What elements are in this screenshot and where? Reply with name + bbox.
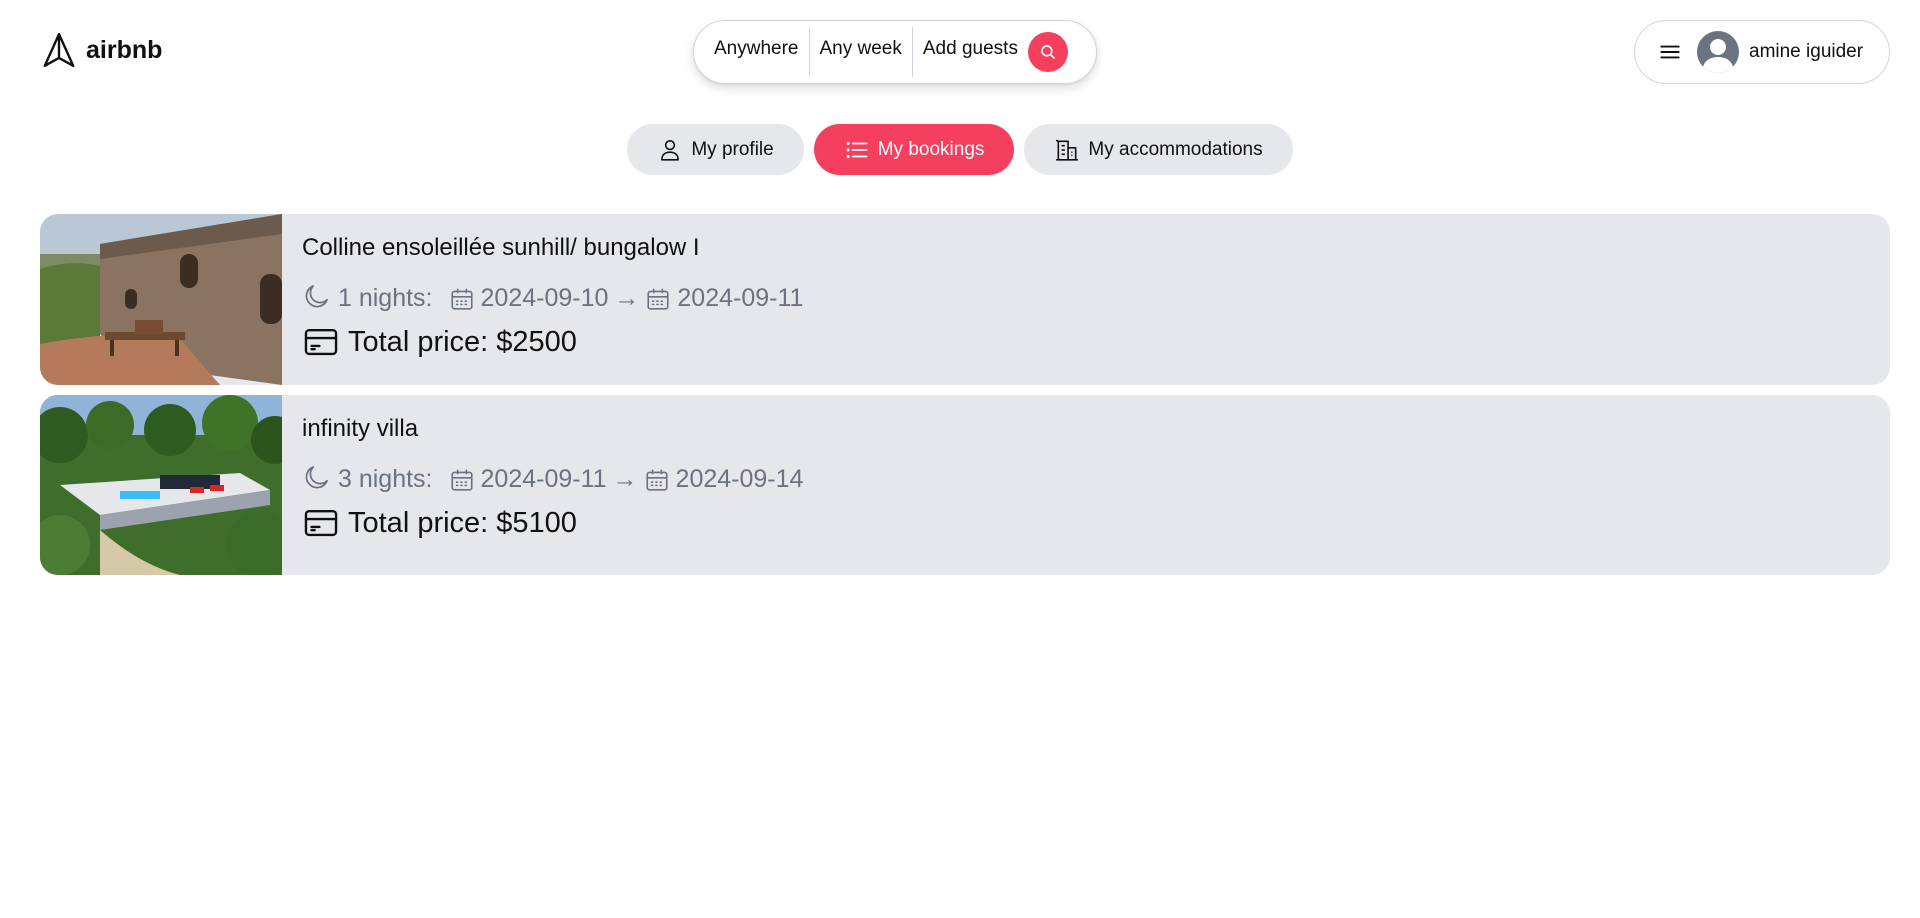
bookings-list: Colline ensoleillée sunhill/ bungalow I … [40, 214, 1890, 585]
tab-label: My bookings [877, 138, 985, 160]
moon-icon [305, 465, 328, 488]
tab-my-profile[interactable]: My profile [627, 124, 804, 175]
booking-dates: 3 nights: 2024-09-11 → 2024-09-14 [302, 465, 803, 494]
booking-title[interactable]: Colline ensoleillée sunhill/ bungalow I [302, 234, 803, 262]
check-in-date: 2024-09-11 [480, 465, 607, 493]
tab-label: My accommodations [1088, 138, 1263, 160]
booking-info: infinity villa 3 nights: 2024-09-11 → 20… [282, 395, 823, 575]
booking-photo [40, 395, 282, 575]
paper-plane-icon [43, 32, 75, 68]
booking-dates: 1 nights: 2024-09-10 → 2024-09-11 [302, 284, 803, 313]
account-tabs: My profile My bookings My accommodations [0, 124, 1920, 175]
list-icon [846, 141, 868, 158]
tab-my-accommodations[interactable]: My accommodations [1024, 124, 1293, 175]
user-menu[interactable]: amine iguider [1634, 20, 1890, 84]
building-icon [1056, 139, 1079, 161]
credit-card-icon [304, 509, 338, 537]
nights-count: 3 nights: [338, 465, 433, 493]
header: airbnb Anywhere Any week Add guests amin… [0, 0, 1920, 100]
moon-icon [305, 284, 328, 307]
check-out-date: 2024-09-11 [677, 284, 804, 312]
booking-title[interactable]: infinity villa [302, 415, 803, 443]
user-avatar-icon [1702, 39, 1734, 73]
booking-price: Total price: $5100 [302, 504, 803, 542]
booking-info: Colline ensoleillée sunhill/ bungalow I … [282, 214, 823, 385]
credit-card-icon [304, 328, 338, 356]
avatar [1697, 31, 1739, 73]
search-add-guests[interactable]: Add guests [923, 38, 1018, 66]
booking-photo [40, 214, 282, 385]
tab-my-bookings[interactable]: My bookings [813, 124, 1015, 175]
person-icon [661, 139, 680, 161]
search-icon [1041, 45, 1055, 59]
calendar-icon [450, 287, 473, 310]
logo-link[interactable]: airbnb [40, 30, 162, 70]
search-any-week[interactable]: Any week [820, 38, 902, 66]
total-price: Total price: $5100 [348, 506, 577, 539]
booking-price: Total price: $2500 [302, 323, 803, 361]
logo-text: airbnb [86, 35, 163, 64]
infinity-villa-photo [40, 395, 282, 575]
calendar-icon [647, 287, 669, 310]
check-in-date: 2024-09-10 [480, 284, 609, 312]
booking-card[interactable]: Colline ensoleillée sunhill/ bungalow I … [40, 214, 1890, 385]
total-price: Total price: $2500 [348, 325, 577, 358]
search-divider [911, 27, 913, 77]
date-arrow: → [614, 284, 640, 312]
nights-count: 1 nights: [338, 284, 433, 312]
calendar-icon [645, 468, 668, 491]
search-bar[interactable]: Anywhere Any week Add guests [693, 20, 1097, 84]
booking-card[interactable]: infinity villa 3 nights: 2024-09-11 → 20… [40, 395, 1890, 575]
user-name: amine iguider [1749, 41, 1864, 62]
date-arrow: → [612, 465, 638, 493]
search-button[interactable] [1027, 32, 1068, 72]
stone-bungalow-photo [40, 214, 282, 385]
hamburger-menu-icon [1660, 45, 1680, 59]
calendar-icon [450, 468, 473, 491]
check-out-date: 2024-09-14 [675, 465, 804, 493]
search-divider [808, 27, 810, 77]
search-anywhere[interactable]: Anywhere [714, 38, 799, 66]
tab-label: My profile [691, 138, 774, 160]
